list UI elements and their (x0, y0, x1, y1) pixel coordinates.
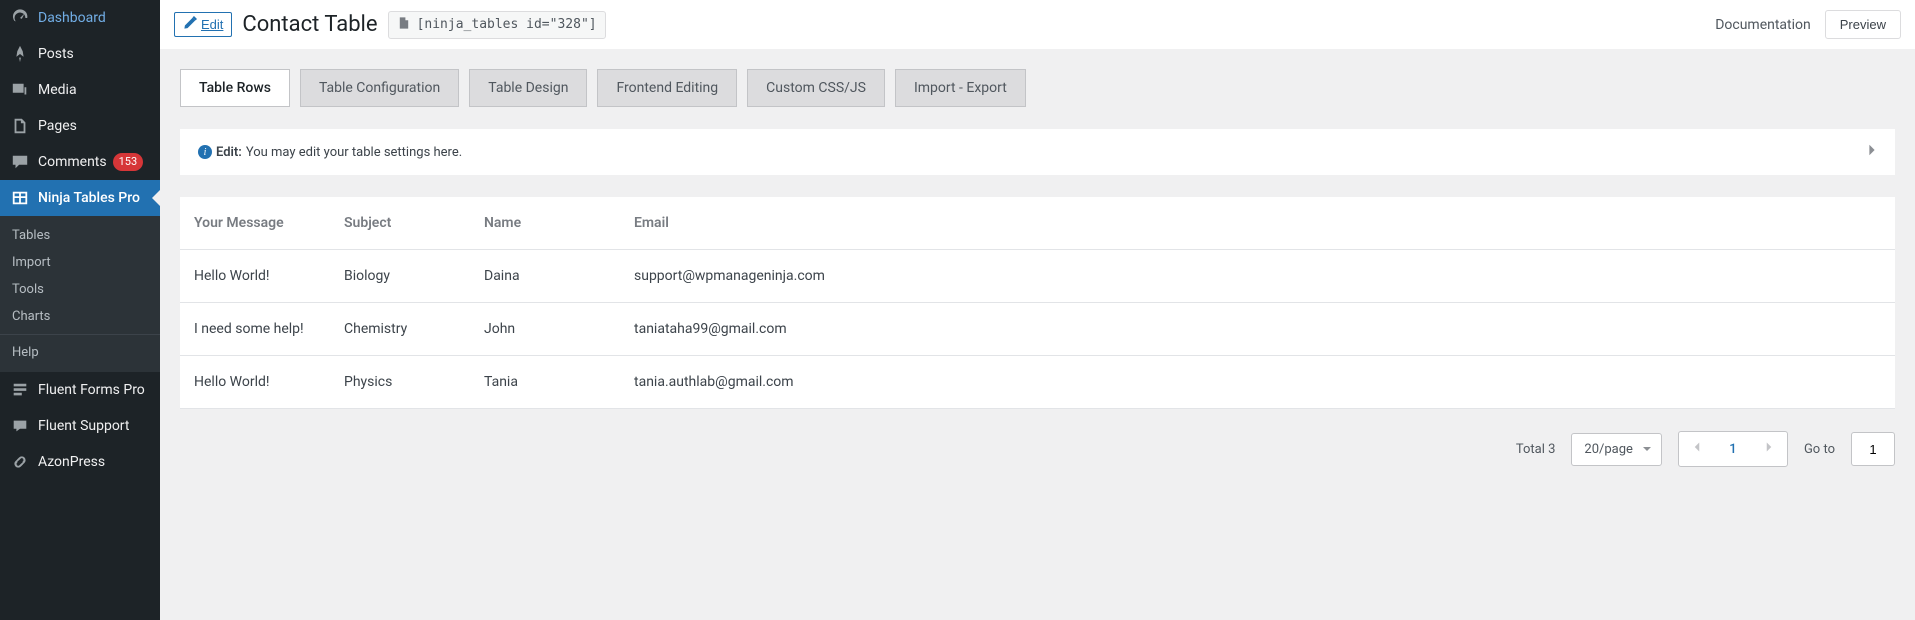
column-your-message[interactable]: Your Message (180, 197, 330, 250)
admin-sidebar: Dashboard Posts Media Pages Comments 153 Ninja… (0, 0, 160, 620)
pencil-icon (183, 16, 197, 33)
sidebar-subitem-tables[interactable]: Tables (0, 222, 160, 249)
document-icon (397, 16, 411, 34)
cell-subject: Biology (330, 250, 470, 303)
page-size-select[interactable]: 20/page (1571, 433, 1662, 466)
table-row[interactable]: Hello World!BiologyDainasupport@wpmanage… (180, 250, 1895, 303)
comment-icon (10, 152, 30, 172)
data-table: Your MessageSubjectNameEmail Hello World… (180, 197, 1895, 409)
media-icon (10, 80, 30, 100)
sidebar-item-dashboard[interactable]: Dashboard (0, 0, 160, 36)
sidebar-item-label: Fluent Forms Pro (38, 382, 145, 398)
tab-import-export[interactable]: Import - Export (895, 69, 1026, 107)
documentation-link[interactable]: Documentation (1715, 17, 1811, 33)
sidebar-item-pages[interactable]: Pages (0, 108, 160, 144)
link-icon (10, 452, 30, 472)
forms-icon (10, 380, 30, 400)
pager: 1 (1678, 431, 1788, 467)
sidebar-item-label: Pages (38, 118, 77, 134)
cell-email: taniataha99@gmail.com (620, 303, 1895, 356)
chevron-left-icon (1693, 441, 1701, 457)
column-subject[interactable]: Subject (330, 197, 470, 250)
pagination: Total 3 20/page 1 Go to (180, 431, 1895, 467)
tab-table-rows[interactable]: Table Rows (180, 69, 290, 107)
tab-custom-css-js[interactable]: Custom CSS/JS (747, 69, 885, 107)
chevron-right-icon (1765, 441, 1773, 457)
chevron-right-icon (1867, 143, 1877, 161)
info-icon: i (198, 145, 212, 159)
sidebar-subitem-help[interactable]: Help (0, 339, 160, 366)
sidebar-item-label: Dashboard (38, 10, 106, 26)
cell-message: Hello World! (180, 356, 330, 409)
tab-table-design[interactable]: Table Design (469, 69, 587, 107)
info-panel[interactable]: i Edit: You may edit your table settings… (180, 129, 1895, 175)
table-row[interactable]: I need some help!ChemistryJohntaniataha9… (180, 303, 1895, 356)
sidebar-item-label: Posts (38, 46, 74, 62)
tabs: Table Rows Table Configuration Table Desig… (180, 69, 1895, 107)
page-icon (10, 116, 30, 136)
main-content: Edit Contact Table [ninja_tables id="328… (160, 0, 1915, 620)
sidebar-item-label: Fluent Support (38, 418, 129, 434)
gauge-icon (10, 8, 30, 28)
info-body: You may edit your table settings here. (246, 145, 462, 160)
cell-email: tania.authlab@gmail.com (620, 356, 1895, 409)
sidebar-item-fluent-support[interactable]: Fluent Support (0, 408, 160, 444)
goto-input[interactable] (1851, 432, 1895, 466)
cell-subject: Chemistry (330, 303, 470, 356)
sidebar-item-label: AzonPress (38, 454, 105, 470)
cell-message: Hello World! (180, 250, 330, 303)
current-page[interactable]: 1 (1715, 442, 1751, 457)
tab-frontend-editing[interactable]: Frontend Editing (597, 69, 737, 107)
total-label: Total 3 (1516, 442, 1556, 457)
sidebar-item-media[interactable]: Media (0, 72, 160, 108)
sidebar-item-comments[interactable]: Comments 153 (0, 144, 160, 180)
edit-title-label: Edit (201, 17, 223, 32)
page-size-label: 20/page (1584, 442, 1633, 457)
column-email[interactable]: Email (620, 197, 1895, 250)
next-page-button[interactable] (1751, 432, 1787, 466)
prev-page-button[interactable] (1679, 432, 1715, 466)
sidebar-item-label: Comments (38, 154, 107, 170)
table-icon (10, 188, 30, 208)
sidebar-item-ninja-tables-pro[interactable]: Ninja Tables Pro (0, 180, 160, 216)
sidebar-submenu: TablesImportToolsCharts Help (0, 216, 160, 372)
cell-name: John (470, 303, 620, 356)
support-icon (10, 416, 30, 436)
sidebar-item-label: Media (38, 82, 77, 98)
pin-icon (10, 44, 30, 64)
cell-name: Tania (470, 356, 620, 409)
cell-message: I need some help! (180, 303, 330, 356)
preview-button[interactable]: Preview (1825, 10, 1901, 39)
page-title: Contact Table (242, 12, 377, 37)
table-header-row: Your MessageSubjectNameEmail (180, 197, 1895, 250)
cell-email: support@wpmanageninja.com (620, 250, 1895, 303)
table-row[interactable]: Hello World!PhysicsTaniatania.authlab@gm… (180, 356, 1895, 409)
sidebar-item-posts[interactable]: Posts (0, 36, 160, 72)
info-heading: Edit: (216, 145, 242, 160)
tab-table-configuration[interactable]: Table Configuration (300, 69, 459, 107)
sidebar-item-label: Ninja Tables Pro (38, 190, 140, 206)
badge: 153 (113, 153, 144, 171)
sidebar-subitem-charts[interactable]: Charts (0, 303, 160, 330)
shortcode-chip[interactable]: [ninja_tables id="328"] (388, 11, 606, 39)
top-bar: Edit Contact Table [ninja_tables id="328… (160, 0, 1915, 49)
sidebar-subitem-tools[interactable]: Tools (0, 276, 160, 303)
sidebar-item-fluent-forms-pro[interactable]: Fluent Forms Pro (0, 372, 160, 408)
sidebar-subitem-import[interactable]: Import (0, 249, 160, 276)
column-name[interactable]: Name (470, 197, 620, 250)
shortcode-text: [ninja_tables id="328"] (417, 17, 597, 32)
cell-name: Daina (470, 250, 620, 303)
goto-label: Go to (1804, 442, 1835, 457)
cell-subject: Physics (330, 356, 470, 409)
sidebar-item-azonpress[interactable]: AzonPress (0, 444, 160, 480)
edit-title-button[interactable]: Edit (174, 12, 232, 37)
